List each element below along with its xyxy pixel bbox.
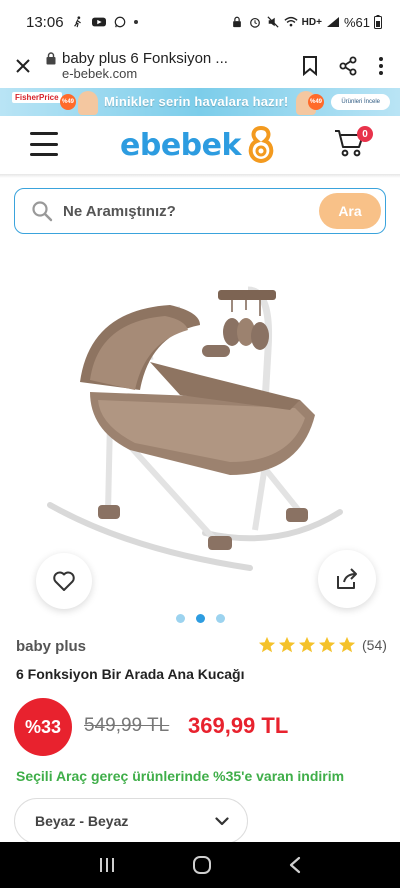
recent-apps-icon[interactable] [98,856,116,874]
whatsapp-icon [114,16,125,28]
notification-dot [133,20,138,24]
url-info[interactable]: baby plus 6 Fonksiyon ... e-bebek.com [46,50,302,82]
promo-child-image [78,91,98,115]
url-domain: e-bebek.com [62,66,138,82]
lock-icon [46,52,56,65]
walking-icon [73,16,81,28]
search-icon [32,201,53,222]
home-icon[interactable] [192,855,212,875]
network-type: HD+ [301,16,322,28]
mute-icon [267,16,279,28]
close-tab-button[interactable] [0,58,46,74]
more-options-icon[interactable] [378,56,384,76]
battery-icon [374,15,382,29]
gallery-pagination [0,614,400,623]
promo-brand-logo: FisherPrice [12,92,62,103]
site-logo[interactable]: ebebek [120,124,277,166]
back-icon[interactable] [288,856,302,874]
hamburger-menu-button[interactable] [30,132,58,156]
header-divider [0,174,400,178]
cart-count-badge: 0 [357,126,373,142]
lock-status-icon [232,16,241,28]
logo-text: ebebek [120,127,241,163]
old-price: 549,99 TL [84,715,170,736]
alarm-icon [249,17,260,28]
discount-badge: %33 [14,698,72,756]
product-rating[interactable]: (54) [258,636,387,654]
star-icon [278,636,296,653]
rating-count: (54) [362,637,387,653]
bookmark-icon[interactable] [302,56,318,76]
share-icon[interactable] [338,56,358,76]
search-bar: Ara [14,188,386,234]
heart-icon [53,571,75,591]
cart-button[interactable]: 0 [334,126,373,162]
variant-selected-value: Beyaz - Beyaz [35,813,129,829]
product-brand[interactable]: baby plus [16,638,86,655]
variant-select[interactable]: Beyaz - Beyaz [14,798,248,844]
browser-url-bar: baby plus 6 Fonksiyon ... e-bebek.com [0,44,400,88]
product-share-button[interactable] [318,550,376,608]
page: 13:06 HD+ %61 baby plus 6 Fonksiyon ... [0,0,400,888]
search-input[interactable] [63,202,303,220]
star-icon [258,636,276,653]
gallery-dot-active[interactable] [195,614,205,623]
promo-text: Minikler serin havalara hazır! [104,94,289,109]
gallery-dot[interactable] [215,614,225,623]
site-header: ebebek 0 [0,116,400,174]
promo-banner[interactable]: FisherPrice %49 Minikler serin havalara … [0,88,400,116]
promo-badge: %49 [308,94,324,110]
promo-cta-button[interactable]: Ürünleri İncele [331,94,390,110]
share-arrow-icon [337,568,357,589]
page-title: baby plus 6 Fonksiyon ... [62,49,228,67]
star-icon [318,636,336,653]
system-navigation-bar [0,842,400,888]
logo-mark-icon [248,125,274,164]
favorite-button[interactable] [36,553,92,609]
gallery-dot[interactable] [175,614,185,623]
promo-badge: %49 [60,94,76,110]
star-icon [338,636,356,653]
close-icon [16,59,30,73]
product-name: 6 Fonksiyon Bir Arada Ana Kucağı [16,666,245,682]
status-bar: 13:06 HD+ %61 [0,0,400,44]
search-button[interactable]: Ara [319,193,381,229]
chevron-down-icon [215,816,229,825]
star-icon [298,636,316,653]
youtube-icon [91,17,106,27]
current-price: 369,99 TL [188,713,289,738]
wifi-icon [284,16,298,27]
battery-level: %61 [343,14,370,30]
status-time: 13:06 [26,13,64,31]
campaign-link[interactable]: Seçili Araç gereç ürünlerinde %35'e vara… [16,768,344,784]
signal-icon [326,17,339,27]
